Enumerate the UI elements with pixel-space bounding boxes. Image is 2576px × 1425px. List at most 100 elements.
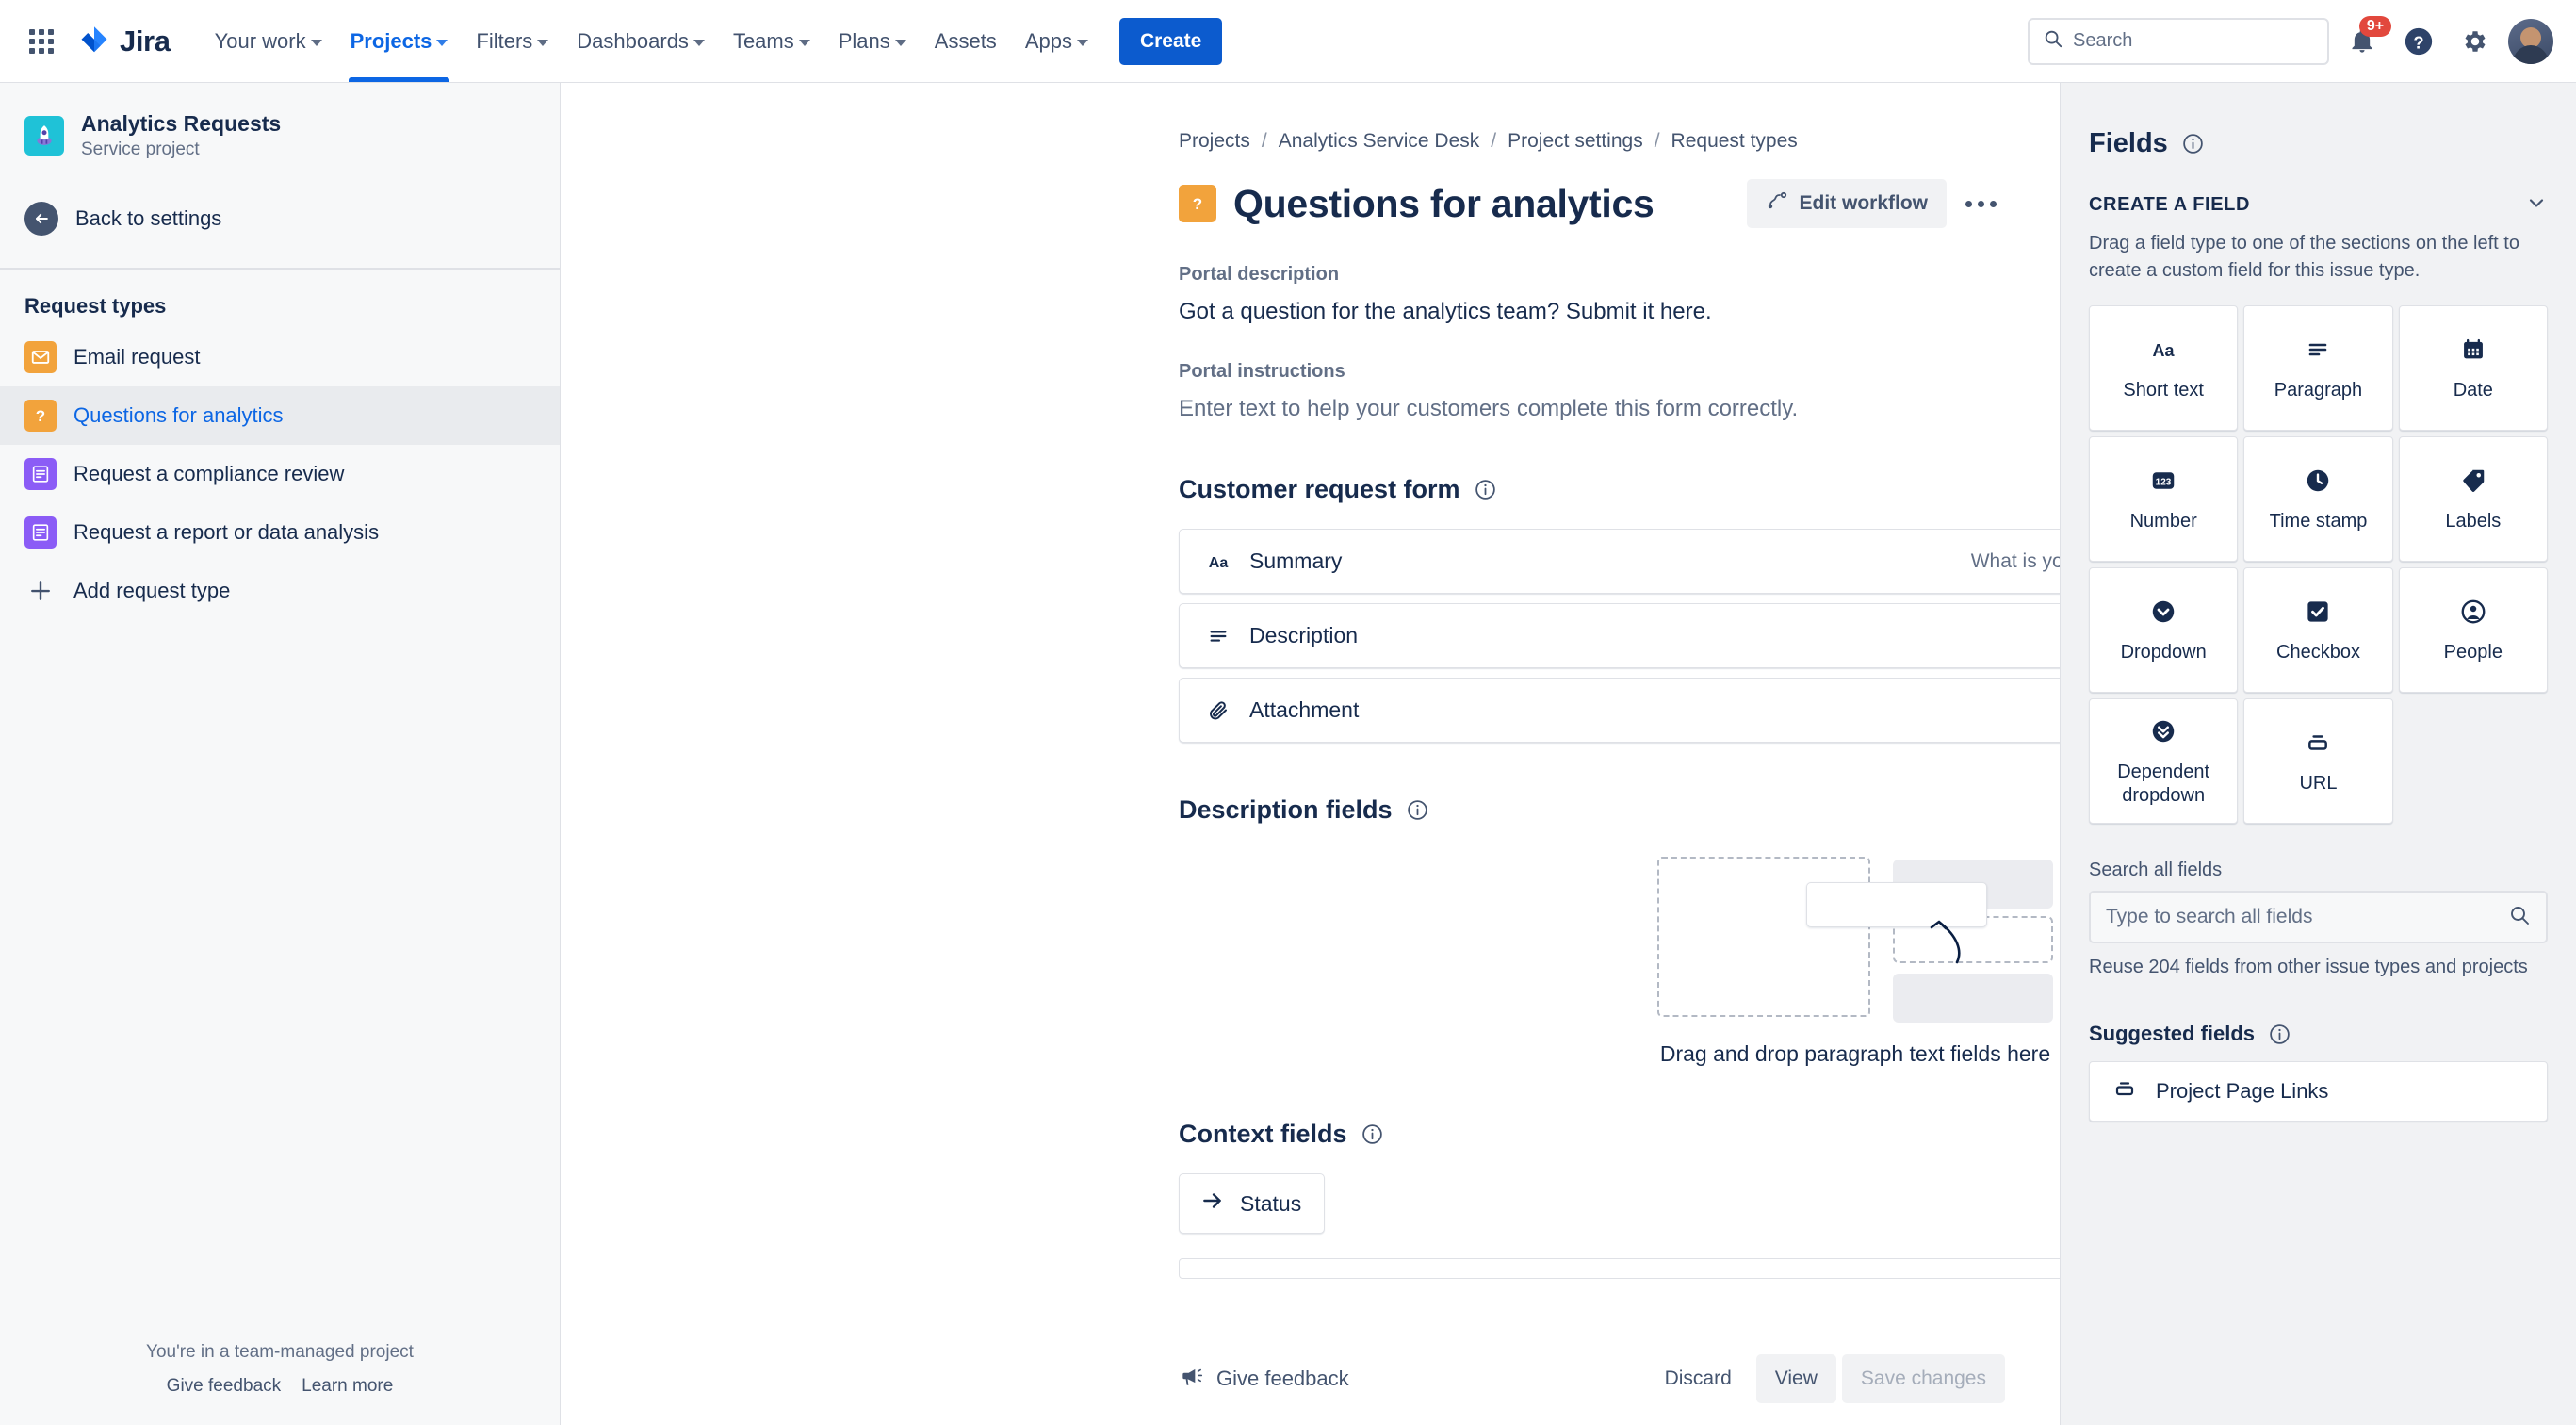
back-to-settings-link[interactable]: Back to settings	[0, 192, 560, 245]
give-feedback-label: Give feedback	[1216, 1367, 1349, 1390]
search-input[interactable]	[2073, 30, 2314, 52]
field-type-number[interactable]: 123 Number	[2089, 436, 2239, 562]
short-text-icon: Aa	[1202, 551, 1234, 572]
form-field-row-description[interactable]: Description REQUIRED	[1179, 603, 2060, 668]
nav-apps[interactable]: Apps	[1011, 0, 1102, 82]
suggested-field-project-page-links[interactable]: Project Page Links	[2089, 1061, 2548, 1122]
context-field-label: Status	[1240, 1190, 1302, 1216]
field-type-url[interactable]: URL	[2243, 698, 2393, 824]
field-type-label: Dependent dropdown	[2117, 761, 2210, 806]
nav-projects[interactable]: Projects	[336, 0, 463, 82]
chevron-down-circle-icon	[2149, 596, 2177, 628]
breadcrumb-separator: /	[1654, 130, 1660, 152]
chevron-down-icon[interactable]	[2525, 191, 2548, 219]
field-type-checkbox[interactable]: Checkbox	[2243, 567, 2393, 693]
search-all-fields-box[interactable]	[2089, 891, 2548, 943]
form-field-row-attachment[interactable]: Attachment	[1179, 678, 2060, 743]
field-type-grid: Aa Short text Paragraph Date 123 Number …	[2089, 305, 2548, 824]
form-field-row-summary[interactable]: Aa Summary What is your data or analytic…	[1179, 529, 2060, 594]
page-title-row: ? Questions for analytics Edit workflow	[561, 153, 2060, 228]
info-circle-icon[interactable]	[2181, 132, 2205, 156]
context-field-status[interactable]: Status	[1179, 1173, 1326, 1234]
chevron-down-icon	[894, 39, 906, 46]
help-button[interactable]: ?	[2395, 18, 2442, 65]
fields-panel-title-row: Fields	[2089, 83, 2548, 159]
form-field-name: Attachment	[1249, 697, 1360, 722]
description-fields-dropzone[interactable]: Drag and drop paragraph text fields here	[1179, 825, 2060, 1067]
global-search-box[interactable]	[2028, 17, 2329, 65]
description-fields-heading: Description fields	[1179, 795, 1393, 824]
sidebar-item-request-a-report-or-data-analysis[interactable]: Request a report or data analysis	[0, 503, 560, 562]
nav-plans[interactable]: Plans	[824, 0, 921, 82]
field-type-paragraph[interactable]: Paragraph	[2243, 305, 2393, 431]
create-a-field-section-header[interactable]: CREATE A FIELD	[2089, 191, 2548, 219]
plus-icon	[24, 575, 57, 607]
field-type-time-stamp[interactable]: Time stamp	[2243, 436, 2393, 562]
settings-button[interactable]	[2452, 18, 2499, 65]
field-type-people[interactable]: People	[2398, 567, 2548, 693]
sidebar-give-feedback-link[interactable]: Give feedback	[167, 1376, 281, 1397]
sidebar-item-label: Request a report or data analysis	[73, 519, 380, 544]
info-circle-icon[interactable]	[1406, 798, 1429, 822]
edit-workflow-button[interactable]: Edit workflow	[1746, 179, 1947, 228]
portal-description-value[interactable]: Got a question for the analytics team? S…	[561, 299, 2060, 325]
give-feedback-button[interactable]: Give feedback	[1179, 1364, 1349, 1394]
nav-filters[interactable]: Filters	[462, 0, 562, 82]
dropzone-empty-text: Drag and drop paragraph text fields here	[1659, 1041, 2051, 1066]
info-circle-icon[interactable]	[1361, 1122, 1384, 1146]
workflow-icon	[1766, 189, 1788, 218]
back-to-settings-label: Back to settings	[75, 205, 222, 230]
jira-app-window: Jira Your work Projects Filters Dashboar…	[0, 0, 2576, 1425]
context-fields-heading-row: Context fields	[561, 1120, 2060, 1149]
field-type-dropdown[interactable]: Dropdown	[2089, 567, 2239, 693]
sidebar-footer: You're in a team-managed project Give fe…	[0, 1342, 560, 1425]
context-fields-empty-slot[interactable]	[1179, 1258, 2060, 1279]
field-type-date[interactable]: Date	[2398, 305, 2548, 431]
global-navigation-bar: Jira Your work Projects Filters Dashboar…	[0, 0, 2576, 83]
save-changes-button[interactable]: Save changes	[1841, 1354, 2005, 1403]
notifications-button[interactable]: 9+	[2339, 15, 2391, 65]
nav-dashboards[interactable]: Dashboards	[562, 0, 719, 82]
create-button[interactable]: Create	[1118, 17, 1223, 65]
field-type-short-text[interactable]: Aa Short text	[2089, 305, 2239, 431]
field-type-dependent-dropdown[interactable]: Dependent dropdown	[2089, 698, 2239, 824]
main-content: Projects / Analytics Service Desk / Proj…	[561, 83, 2060, 1425]
chevron-down-icon	[1076, 39, 1088, 46]
paperclip-icon	[1202, 699, 1234, 722]
nav-assets[interactable]: Assets	[921, 0, 1011, 82]
nav-your-work[interactable]: Your work	[201, 0, 336, 82]
breadcrumb-analytics-service-desk[interactable]: Analytics Service Desk	[1279, 130, 1480, 153]
breadcrumb-project-settings[interactable]: Project settings	[1508, 130, 1643, 153]
breadcrumb-request-types[interactable]: Request types	[1671, 130, 1798, 153]
breadcrumb-projects[interactable]: Projects	[1179, 130, 1250, 153]
sidebar-item-label: Email request	[73, 344, 201, 369]
app-switcher-icon[interactable]	[21, 21, 62, 62]
more-horizontal-icon[interactable]	[1958, 181, 2003, 226]
project-header[interactable]: Analytics Requests Service project	[0, 104, 560, 160]
sidebar-item-request-a-compliance-review[interactable]: Request a compliance review	[0, 445, 560, 503]
fields-panel: Fields CREATE A FIELD Drag a field type …	[2060, 83, 2576, 1425]
search-all-fields-input[interactable]	[2106, 906, 2499, 928]
info-circle-icon[interactable]	[1474, 478, 1497, 501]
nav-projects-label: Projects	[350, 28, 432, 53]
info-circle-icon[interactable]	[2268, 1023, 2291, 1046]
search-all-fields-label: Search all fields	[2089, 860, 2223, 880]
jira-home-link[interactable]: Jira	[77, 25, 171, 58]
portal-instructions-label: Portal instructions	[1179, 361, 1345, 382]
discard-button[interactable]: Discard	[1646, 1354, 1751, 1403]
global-nav-right-actions: 9+ ?	[2028, 15, 2553, 65]
sidebar-item-questions-for-analytics[interactable]: ? Questions for analytics	[0, 385, 560, 445]
search-icon	[2043, 28, 2063, 54]
jira-wordmark: Jira	[120, 24, 171, 57]
breadcrumb: Projects / Analytics Service Desk / Proj…	[561, 83, 2060, 153]
sidebar-item-email-request[interactable]: Email request	[0, 328, 560, 386]
sidebar-learn-more-link[interactable]: Learn more	[302, 1376, 393, 1397]
portal-instructions-value[interactable]: Enter text to help your customers comple…	[561, 396, 2060, 422]
add-request-type-button[interactable]: Add request type	[0, 562, 560, 620]
nav-teams[interactable]: Teams	[719, 0, 824, 82]
form-field-name: Summary	[1249, 549, 1343, 573]
avatar-body	[2513, 44, 2549, 64]
avatar[interactable]	[2508, 18, 2553, 64]
field-type-labels[interactable]: Labels	[2398, 436, 2548, 562]
view-button[interactable]: View	[1755, 1354, 1836, 1403]
